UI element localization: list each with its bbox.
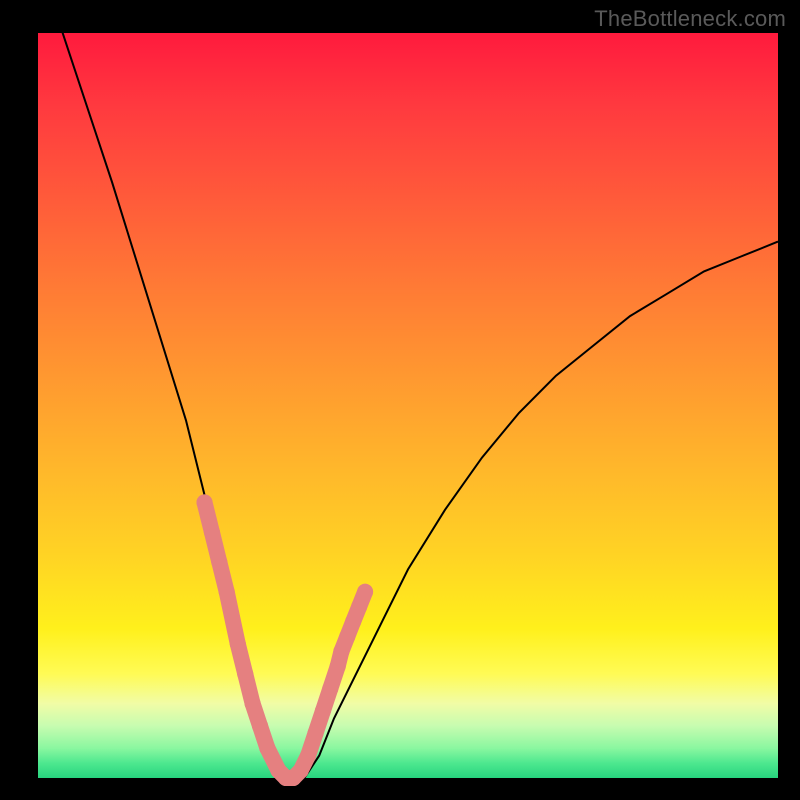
highlight-dots — [197, 494, 374, 786]
highlight-dot — [259, 740, 275, 756]
highlight-dot — [219, 584, 235, 600]
bottleneck-curve-path — [38, 0, 778, 778]
highlight-dot — [330, 658, 346, 674]
highlight-dot — [351, 599, 367, 615]
highlight-dot — [230, 636, 246, 652]
highlight-dot — [204, 524, 220, 540]
highlight-dot — [339, 629, 355, 645]
highlight-dot — [237, 666, 253, 682]
highlight-dot — [300, 748, 316, 764]
watermark-text: TheBottleneck.com — [594, 6, 786, 32]
highlight-dot — [197, 494, 213, 510]
highlight-dot — [245, 696, 261, 712]
highlight-dot — [293, 763, 309, 779]
highlight-dot — [308, 725, 324, 741]
highlight-dot — [252, 718, 268, 734]
highlight-dot — [322, 681, 338, 697]
highlight-dot — [333, 643, 349, 659]
curve-svg — [38, 33, 778, 778]
bottleneck-curve — [38, 0, 778, 778]
plot-area — [38, 33, 778, 778]
highlight-dot — [357, 584, 373, 600]
chart-frame: TheBottleneck.com — [0, 0, 800, 800]
highlight-dot — [315, 703, 331, 719]
highlight-dot — [345, 614, 361, 630]
highlight-dot — [211, 554, 227, 570]
